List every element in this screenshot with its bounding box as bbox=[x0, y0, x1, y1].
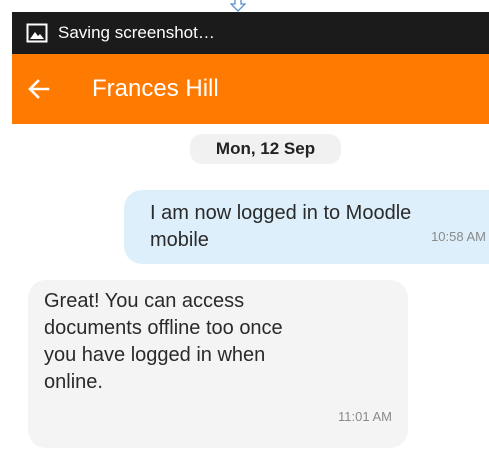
contact-name-title: Frances Hill bbox=[92, 75, 219, 102]
status-notification-text: Saving screenshot… bbox=[58, 23, 215, 42]
phone-screen: Saving screenshot… Frances Hill Mon, 12 … bbox=[12, 12, 489, 456]
message-timestamp: 11:01 AM bbox=[338, 409, 392, 424]
message-text: Great! You can access documents offline … bbox=[44, 290, 283, 393]
message-list[interactable]: Mon, 12 Sep I am now logged in to Moodle… bbox=[12, 124, 489, 456]
received-message-bubble[interactable]: Great! You can access documents offline … bbox=[28, 280, 408, 448]
sent-message-bubble[interactable]: I am now logged in to Moodle mobile 10:5… bbox=[124, 190, 489, 264]
back-arrow-icon[interactable] bbox=[24, 74, 54, 104]
page-top-margin bbox=[0, 0, 489, 12]
image-icon bbox=[26, 22, 48, 44]
status-bar: Saving screenshot… bbox=[12, 12, 489, 54]
date-separator: Mon, 12 Sep bbox=[190, 134, 341, 164]
down-arrow-icon bbox=[230, 0, 246, 12]
message-timestamp: 10:58 AM bbox=[431, 229, 486, 244]
app-toolbar: Frances Hill bbox=[12, 54, 489, 124]
